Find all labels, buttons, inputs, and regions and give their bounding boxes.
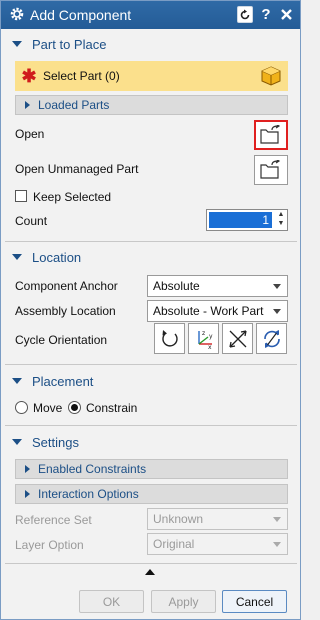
collapse-icon bbox=[12, 439, 22, 445]
dialog-title: Add Component bbox=[30, 7, 132, 23]
divider bbox=[5, 563, 297, 564]
gear-icon bbox=[9, 6, 25, 22]
assembly-location-value: Absolute - Work Part bbox=[153, 304, 264, 318]
divider bbox=[5, 364, 297, 365]
chevron-down-icon bbox=[273, 542, 281, 547]
component-anchor-label: Component Anchor bbox=[15, 279, 118, 293]
close-button[interactable] bbox=[278, 6, 294, 23]
svg-text:x: x bbox=[208, 344, 212, 350]
move-label: Move bbox=[33, 401, 63, 415]
close-icon bbox=[280, 9, 292, 20]
expand-arrow-icon bbox=[25, 490, 30, 498]
radio-constrain[interactable] bbox=[68, 401, 81, 414]
expand-arrow-icon bbox=[25, 101, 30, 109]
chevron-down-icon bbox=[273, 309, 281, 314]
layer-option-select[interactable]: Original bbox=[147, 533, 288, 555]
section-settings[interactable]: Settings bbox=[2, 429, 299, 455]
layer-option-label: Layer Option bbox=[15, 538, 84, 552]
reset-orientation-button[interactable] bbox=[154, 323, 185, 354]
section-title: Placement bbox=[32, 373, 94, 389]
rotate-arrows-icon bbox=[263, 329, 280, 348]
assembly-location-select[interactable]: Absolute - Work Part bbox=[147, 300, 288, 322]
svg-text:z: z bbox=[202, 330, 205, 337]
open-unmanaged-button[interactable] bbox=[254, 155, 288, 185]
collapse-icon bbox=[12, 41, 22, 47]
open-unmanaged-label: Open Unmanaged Part bbox=[15, 162, 139, 176]
assembly-location-label: Assembly Location bbox=[15, 304, 116, 318]
count-label: Count bbox=[15, 214, 48, 228]
apply-button[interactable]: Apply bbox=[151, 590, 216, 613]
spin-up-icon[interactable]: ▲ bbox=[276, 211, 286, 218]
interaction-options-label: Interaction Options bbox=[38, 487, 139, 501]
select-part-field[interactable]: ✱ Select Part (0) bbox=[15, 61, 254, 91]
count-spinner[interactable]: 1 ▲ ▼ bbox=[206, 209, 288, 231]
component-anchor-value: Absolute bbox=[153, 279, 200, 293]
expand-arrow-icon bbox=[25, 465, 30, 473]
cube-icon bbox=[261, 66, 281, 86]
section-title: Part to Place bbox=[32, 36, 107, 52]
interaction-options-expander[interactable]: Interaction Options bbox=[15, 484, 288, 504]
enabled-constraints-expander[interactable]: Enabled Constraints bbox=[15, 459, 288, 479]
help-button[interactable]: ? bbox=[258, 6, 274, 23]
reverse-direction-button[interactable] bbox=[222, 323, 253, 354]
open-folder-icon bbox=[260, 160, 281, 179]
select-part-label: Select Part (0) bbox=[43, 69, 120, 83]
section-part-to-place[interactable]: Part to Place bbox=[2, 31, 299, 57]
enabled-constraints-label: Enabled Constraints bbox=[38, 462, 147, 476]
count-value[interactable]: 1 bbox=[209, 212, 272, 228]
layer-option-value: Original bbox=[153, 537, 195, 551]
reset-rotate-icon bbox=[161, 329, 178, 347]
reverse-direction-icon bbox=[228, 329, 247, 348]
spin-down-icon[interactable]: ▼ bbox=[276, 220, 286, 227]
svg-text:y: y bbox=[209, 333, 213, 340]
keep-selected-label: Keep Selected bbox=[33, 190, 112, 204]
reset-button[interactable] bbox=[237, 6, 253, 23]
divider bbox=[5, 241, 297, 242]
loaded-parts-label: Loaded Parts bbox=[38, 98, 110, 112]
reference-set-value: Unknown bbox=[153, 512, 204, 526]
ok-button[interactable]: OK bbox=[79, 590, 144, 613]
add-component-dialog: Add Component ? Part to Place ✱ Select P… bbox=[0, 0, 301, 620]
csys-xyz-icon: z x y bbox=[197, 330, 213, 350]
reference-set-select[interactable]: Unknown bbox=[147, 508, 288, 530]
reset-icon bbox=[240, 9, 250, 19]
specify-orientation-button[interactable]: z x y bbox=[188, 323, 219, 354]
chevron-down-icon bbox=[273, 517, 281, 522]
section-location[interactable]: Location bbox=[2, 244, 299, 270]
component-anchor-select[interactable]: Absolute bbox=[147, 275, 288, 297]
divider bbox=[5, 425, 297, 426]
cancel-button[interactable]: Cancel bbox=[222, 590, 287, 613]
constrain-label: Constrain bbox=[86, 401, 138, 415]
required-star-icon: ✱ bbox=[21, 65, 37, 86]
chevron-down-icon bbox=[273, 284, 281, 289]
select-part-button[interactable] bbox=[254, 61, 288, 91]
radio-move[interactable] bbox=[15, 401, 28, 414]
loaded-parts-expander[interactable]: Loaded Parts bbox=[15, 95, 288, 115]
open-label: Open bbox=[15, 127, 45, 141]
open-button[interactable] bbox=[254, 120, 288, 150]
more-options-arrow-icon[interactable] bbox=[145, 569, 155, 575]
keep-selected-checkbox[interactable] bbox=[15, 190, 27, 202]
open-folder-icon bbox=[260, 125, 281, 144]
section-title: Settings bbox=[32, 434, 79, 450]
section-placement[interactable]: Placement bbox=[2, 368, 299, 394]
collapse-icon bbox=[12, 378, 22, 384]
title-bar: Add Component ? bbox=[1, 1, 300, 29]
reference-set-label: Reference Set bbox=[15, 513, 92, 527]
rotate-button[interactable] bbox=[256, 323, 287, 354]
cycle-orientation-label: Cycle Orientation bbox=[15, 333, 108, 347]
section-title: Location bbox=[32, 249, 82, 265]
collapse-icon bbox=[12, 254, 22, 260]
